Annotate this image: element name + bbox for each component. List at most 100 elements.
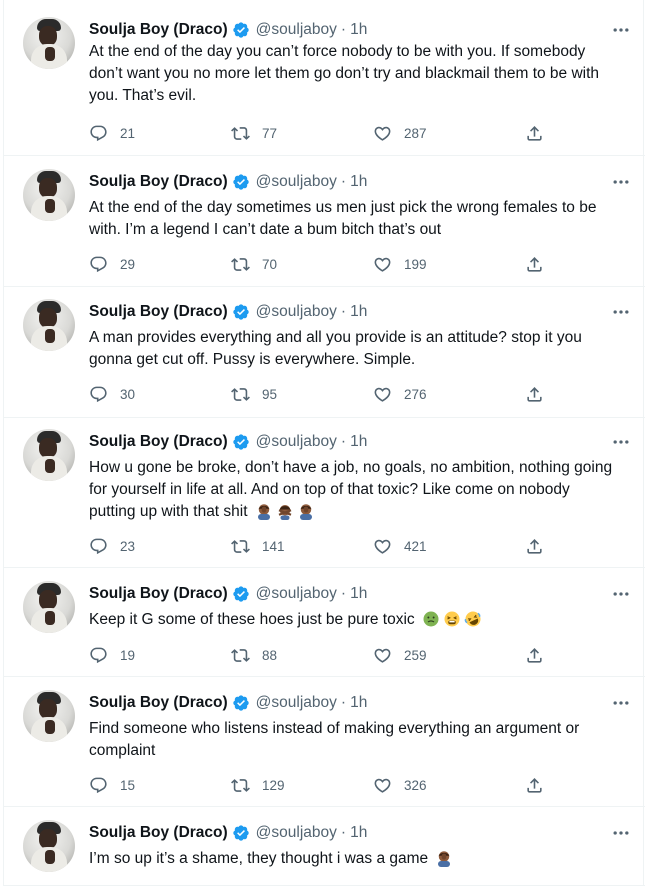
share-icon [525,255,544,274]
reply-button[interactable]: 30 [89,383,135,405]
share-button[interactable] [525,535,544,557]
tweet-text: Keep it G some of these hoes just be pur… [89,609,635,631]
tweet-text-line: putting up with that shit [89,501,635,523]
share-button[interactable] [525,644,544,666]
retweet-button[interactable]: 70 [231,253,277,275]
man-facepalming-emoji [255,502,273,520]
avatar-face [39,178,57,198]
author-handle[interactable]: @souljaboy [256,824,337,842]
retweet-count: 70 [262,256,278,272]
share-button[interactable] [525,122,544,144]
tweet-text: At the end of the day you can’t force no… [89,41,635,107]
like-button[interactable]: 199 [373,253,427,275]
more-icon[interactable] [611,302,631,322]
tweet[interactable]: Soulja Boy (Draco) @souljaboy · 1h Find some… [4,677,645,807]
more-icon[interactable] [611,823,631,843]
avatar[interactable] [23,581,75,633]
like-button[interactable]: 287 [373,122,427,144]
like-button[interactable]: 326 [373,774,427,796]
more-icon[interactable] [611,693,631,713]
reply-button[interactable]: 23 [89,535,135,557]
separator-dot: · [340,694,347,711]
tweet-text-line: Find someone who listens instead of maki… [89,720,580,737]
avatar[interactable] [23,820,75,872]
tweet-text-line: At the end of the day sometimes us men j… [89,199,597,216]
author-name[interactable]: Soulja Boy (Draco) [89,694,228,712]
author-handle[interactable]: @souljaboy [256,694,337,712]
reply-button[interactable]: 29 [89,253,135,275]
reply-button[interactable]: 21 [89,122,135,144]
like-button[interactable]: 276 [373,383,427,405]
retweet-button[interactable]: 141 [231,535,285,557]
more-icon[interactable] [611,432,631,452]
author-name[interactable]: Soulja Boy (Draco) [89,303,228,321]
tweet-text-line: you. That’s evil. [89,87,197,104]
retweet-button[interactable]: 88 [231,644,277,666]
tweet-timestamp[interactable]: 1h [350,21,367,39]
retweet-count: 77 [262,125,278,141]
tweet-header: Soulja Boy (Draco) @souljaboy · 1h [89,583,367,605]
verified-badge-icon [232,694,250,712]
author-handle[interactable]: @souljaboy [256,433,337,451]
retweet-icon [231,776,250,795]
retweet-button[interactable]: 129 [231,774,285,796]
tweet[interactable]: Soulja Boy (Draco) @souljaboy · 1h A man pro… [4,287,645,418]
author-handle[interactable]: @souljaboy [256,173,337,191]
retweet-button[interactable]: 77 [231,122,277,144]
share-button[interactable] [525,383,544,405]
tweet-text: At the end of the day sometimes us men j… [89,197,635,241]
tweet-actions: 30 95 276 [89,383,559,405]
like-count: 287 [404,125,427,141]
separator-dot: · [340,824,347,841]
reply-button[interactable]: 19 [89,644,135,666]
share-button[interactable] [525,774,544,796]
tweet[interactable]: Soulja Boy (Draco) @souljaboy · 1h How u gon… [4,418,645,568]
author-handle[interactable]: @souljaboy [256,585,337,603]
avatar[interactable] [23,17,75,69]
tweet[interactable]: Soulja Boy (Draco) @souljaboy · 1h Keep it G… [4,568,645,677]
tweet-timestamp[interactable]: 1h [350,173,367,191]
author-name[interactable]: Soulja Boy (Draco) [89,585,228,603]
author-name[interactable]: Soulja Boy (Draco) [89,173,228,191]
separator-dot: · [340,173,347,190]
rofl-face-emoji [464,610,482,628]
reply-button[interactable]: 15 [89,774,135,796]
verified-badge-icon [232,303,250,321]
retweet-button[interactable]: 95 [231,383,277,405]
avatar[interactable] [23,169,75,221]
author-handle[interactable]: @souljaboy [256,21,337,39]
tweet-header: Soulja Boy (Draco) @souljaboy · 1h [89,19,367,41]
tweet-timestamp[interactable]: 1h [350,824,367,842]
tweet-text: I’m so up it’s a shame, they thought i w… [89,848,635,870]
tweet-timestamp[interactable]: 1h [350,585,367,603]
tweet[interactable]: Soulja Boy (Draco) @souljaboy · 1h I’m so up… [4,807,645,886]
author-handle[interactable]: @souljaboy [256,303,337,321]
avatar[interactable] [23,690,75,742]
like-icon [373,776,392,795]
avatar-arm [45,47,55,61]
separator-dot: · [340,303,347,320]
author-name[interactable]: Soulja Boy (Draco) [89,21,228,39]
share-button[interactable] [525,253,544,275]
tweet[interactable]: Soulja Boy (Draco) @souljaboy · 1h At the en… [4,0,645,156]
verified-badge-icon [232,21,250,39]
tweet-text-line: I’m so up it’s a shame, they thought i w… [89,848,635,870]
author-name[interactable]: Soulja Boy (Draco) [89,433,228,451]
tweet-timestamp[interactable]: 1h [350,303,367,321]
avatar[interactable] [23,429,75,481]
share-icon [525,646,544,665]
tweet-header: Soulja Boy (Draco) @souljaboy · 1h [89,301,367,323]
like-button[interactable]: 421 [373,535,427,557]
author-name[interactable]: Soulja Boy (Draco) [89,824,228,842]
share-icon [525,776,544,795]
more-icon[interactable] [611,172,631,192]
tweet-actions: 29 70 199 [89,253,559,275]
more-icon[interactable] [611,20,631,40]
avatar[interactable] [23,299,75,351]
tweet-timestamp[interactable]: 1h [350,694,367,712]
more-icon[interactable] [611,584,631,604]
tweet-timestamp[interactable]: 1h [350,433,367,451]
avatar-arm [45,199,55,213]
tweet[interactable]: Soulja Boy (Draco) @souljaboy · 1h At the en… [4,156,645,287]
like-button[interactable]: 259 [373,644,427,666]
